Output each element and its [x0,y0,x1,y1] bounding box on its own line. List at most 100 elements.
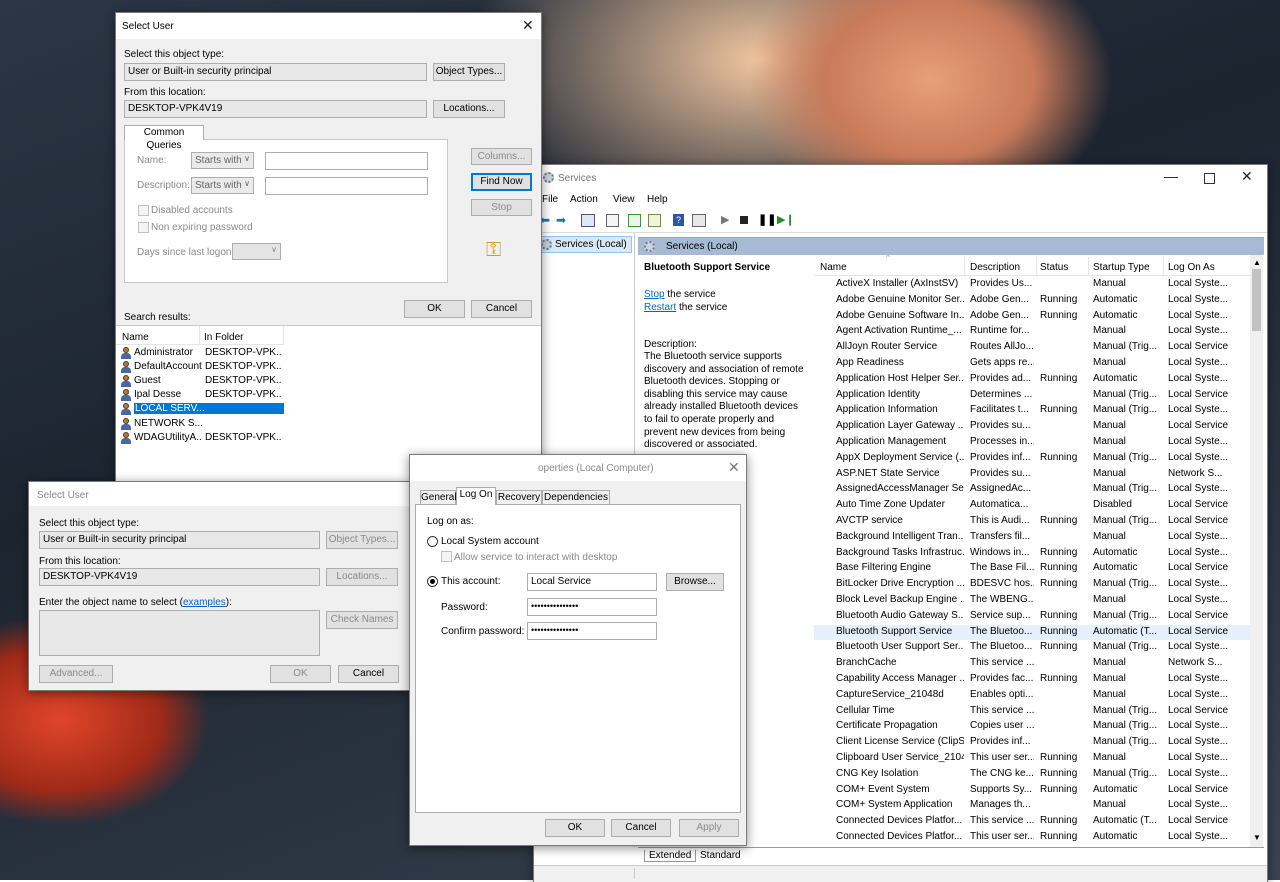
service-row[interactable]: Application Identity Determines ... Manual… [814,388,1254,404]
ok-button[interactable]: OK [404,300,465,318]
disabled-accounts-checkbox[interactable] [138,205,149,216]
browse-button[interactable]: Browse... [666,573,724,591]
console-icon[interactable] [692,214,706,227]
service-row[interactable]: Application Host Helper Ser... Provides a… [814,372,1254,388]
name-mode-select[interactable]: Starts with ∨ [191,152,254,169]
ok-button[interactable]: OK [545,819,605,837]
local-system-radio[interactable] [427,536,438,547]
stop-link[interactable]: Stop [644,289,665,300]
stop-button[interactable]: Stop [471,199,532,216]
tab-dependencies[interactable]: Dependencies [542,490,610,504]
scroll-thumb[interactable] [1252,269,1261,331]
service-row[interactable]: CNG Key Isolation The CNG ke... Running Man… [814,767,1254,783]
account-input[interactable]: Local Service [527,573,657,591]
tab-general[interactable]: General [420,490,457,504]
close-icon[interactable]: ✕ [728,459,740,476]
service-row[interactable]: COM+ System Application Manages th... Manu… [814,798,1254,814]
service-row[interactable]: AVCTP service This is Audi... Running Manua… [814,514,1254,530]
tree-item-services-local[interactable]: Services (Local) [538,236,632,253]
col-name[interactable]: Name [820,262,847,273]
minimize-icon[interactable]: — [1164,168,1178,184]
service-row[interactable]: Adobe Genuine Monitor Ser... Adobe Gen...… [814,293,1254,309]
service-row[interactable]: BranchCache This service ... Manual Network… [814,656,1254,672]
results-col-name[interactable]: Name [122,332,149,343]
scroll-down-icon[interactable]: ▼ [1253,833,1261,842]
service-row[interactable]: AppX Deployment Service (... Provides inf… [814,451,1254,467]
service-row[interactable]: Connected Devices Platfor... This user se… [814,830,1254,846]
cancel-button[interactable]: Cancel [338,665,399,683]
col-status[interactable]: Status [1040,262,1068,273]
result-row[interactable]: Guest DESKTOP-VPK... [119,374,284,388]
stop-service-icon[interactable] [740,216,748,224]
service-row[interactable]: Bluetooth Support Service The Bluetoo... R… [814,624,1254,641]
pause-service-icon[interactable]: ❚❚ [758,213,776,226]
service-row[interactable]: Agent Activation Runtime_... Runtime for.… [814,324,1254,340]
service-row[interactable]: Certificate Propagation Copies user ... Ma… [814,719,1254,735]
service-row[interactable]: Block Level Backup Engine ... The WBENG..… [814,593,1254,609]
allow-interact-checkbox[interactable] [441,551,452,562]
show-hide-tree-icon[interactable] [581,214,595,227]
tab-recovery[interactable]: Recovery [496,490,542,504]
password-input[interactable]: ••••••••••••••• [527,598,657,616]
service-row[interactable]: Application Management Processes in... Man… [814,435,1254,451]
confirm-password-input[interactable]: ••••••••••••••• [527,622,657,640]
days-select[interactable]: ∨ [232,243,281,260]
columns-button[interactable]: Columns... [471,148,532,165]
service-row[interactable]: ASP.NET State Service Provides su... Manua… [814,467,1254,483]
maximize-icon[interactable] [1204,173,1215,184]
start-service-icon[interactable]: ▶ [721,213,729,226]
examples-link[interactable]: examples [183,597,226,608]
result-row[interactable]: DefaultAccount DESKTOP-VPK... [119,360,284,374]
service-row[interactable]: Adobe Genuine Software In... Adobe Gen...… [814,309,1254,325]
services-titlebar[interactable]: Services — ✕ [534,165,1267,191]
menu-view[interactable]: View [613,194,635,205]
tab-common-queries[interactable]: Common Queries [124,125,204,151]
col-description[interactable]: Description [970,262,1020,273]
description-mode-select[interactable]: Starts with ∨ [191,177,254,194]
service-row[interactable]: CaptureService_21048d Enables opti... Manu… [814,688,1254,704]
service-row[interactable]: Application Information Facilitates t... R… [814,403,1254,419]
service-row[interactable]: Clipboard User Service_2104... This user … [814,751,1254,767]
non-expiring-checkbox[interactable] [138,222,149,233]
service-row[interactable]: Bluetooth User Support Ser... The Bluetoo… [814,640,1254,656]
service-row[interactable]: Background Intelligent Tran... Transfers … [814,530,1254,546]
scroll-up-icon[interactable]: ▲ [1253,258,1261,267]
refresh-icon[interactable] [628,214,641,227]
col-startup-type[interactable]: Startup Type [1093,262,1150,273]
service-row[interactable]: App Readiness Gets apps re... Manual Local … [814,356,1254,372]
tab-extended[interactable]: Extended [644,850,697,862]
name-input[interactable] [265,152,428,170]
locations-button[interactable]: Locations... [433,100,505,118]
service-row[interactable]: Cellular Time This service ... Manual (Tri… [814,704,1254,720]
ok-button[interactable]: OK [270,665,331,683]
tab-log-on[interactable]: Log On [456,487,496,505]
result-row[interactable]: NETWORK S... [119,417,284,431]
col-log-on-as[interactable]: Log On As [1168,262,1215,273]
dialog-titlebar[interactable]: operties (Local Computer) ✕ [410,455,746,481]
restart-service-icon[interactable]: ▶❙ [777,213,795,226]
forward-icon[interactable]: ➡ [556,213,566,227]
cancel-button[interactable]: Cancel [471,300,532,318]
restart-link[interactable]: Restart [644,302,676,313]
result-row[interactable]: Ipal Desse DESKTOP-VPK... [119,388,284,402]
export-icon[interactable] [648,214,661,227]
service-row[interactable]: BitLocker Drive Encryption ... BDESVC hos… [814,577,1254,593]
service-row[interactable]: AllJoyn Router Service Routes AllJo... Man… [814,340,1254,356]
results-col-folder[interactable]: In Folder [204,332,243,343]
cancel-button[interactable]: Cancel [611,819,671,837]
tab-standard[interactable]: Standard [696,850,745,861]
help-icon[interactable]: ? [673,214,684,226]
find-now-button[interactable]: Find Now [471,173,532,191]
this-account-radio[interactable] [427,576,438,587]
object-name-input[interactable] [39,610,320,656]
dialog-titlebar[interactable]: Select User [29,482,409,506]
vertical-scrollbar[interactable]: ▲ ▼ [1250,255,1263,847]
result-row[interactable]: WDAGUtilityA... DESKTOP-VPK... [119,431,284,445]
service-row[interactable]: Bluetooth Audio Gateway S... Service sup.… [814,609,1254,625]
service-row[interactable]: Application Layer Gateway ... Provides su… [814,419,1254,435]
service-row[interactable]: Connected Devices Platfor... This service… [814,814,1254,830]
dialog-titlebar[interactable]: Select User ✕ [116,13,541,39]
service-row[interactable]: Auto Time Zone Updater Automatica... Disab… [814,498,1254,514]
service-row[interactable]: Client License Service (ClipS... Provides… [814,735,1254,751]
object-types-button[interactable]: Object Types... [326,531,398,549]
